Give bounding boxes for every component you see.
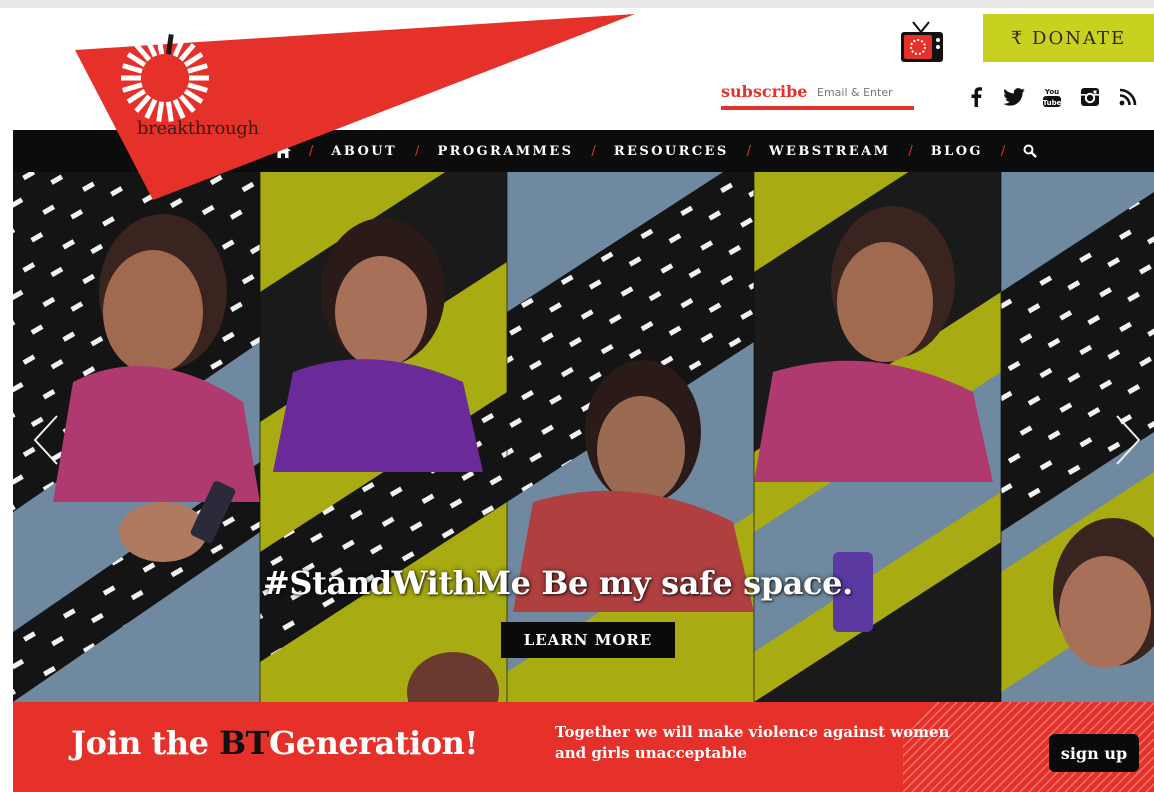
hero-slider: #StandWithMe Be my safe space. LEARN MOR… [13, 172, 1154, 702]
logo-sunburst-icon[interactable] [119, 32, 211, 124]
rss-icon[interactable] [1115, 86, 1141, 108]
sign-up-button[interactable]: sign up [1049, 734, 1139, 772]
svg-text:Tube: Tube [1043, 99, 1062, 107]
learn-more-button[interactable]: LEARN MORE [501, 622, 675, 658]
subscribe-email-input[interactable] [817, 86, 917, 99]
social-links: You Tube [963, 86, 1141, 108]
nav-item-blog[interactable]: BLOG [931, 144, 983, 159]
tv-icon[interactable] [899, 20, 945, 64]
svg-text:You: You [1044, 88, 1059, 96]
donate-label: ₹ DONATE [1010, 27, 1127, 49]
join-suffix: Generation! [268, 724, 479, 762]
youtube-icon[interactable]: You Tube [1039, 86, 1065, 108]
twitter-icon[interactable] [1001, 86, 1027, 108]
join-heading: Join the BTGeneration! [71, 724, 478, 762]
nav-separator: / [1000, 143, 1006, 159]
join-prefix: Join the [71, 724, 220, 762]
slider-next-icon[interactable] [1113, 412, 1143, 468]
nav-separator: / [908, 143, 913, 159]
search-icon[interactable] [1023, 144, 1038, 158]
nav-item-webstream[interactable]: WEBSTREAM [769, 144, 890, 159]
facebook-icon[interactable] [963, 86, 989, 108]
band-tagline: Together we will make violence against w… [555, 723, 950, 762]
join-bt: BT [219, 724, 269, 762]
subscribe-form: subscribe [721, 82, 921, 110]
instagram-icon[interactable] [1077, 86, 1103, 108]
top-border [0, 0, 1154, 8]
subscribe-underline [721, 106, 914, 110]
logo-text[interactable]: breakthrough [137, 118, 259, 139]
nav-separator: / [746, 143, 752, 159]
donate-button[interactable]: ₹ DONATE [983, 14, 1154, 62]
bt-generation-banner: Join the BTGeneration! Together we will … [13, 702, 1154, 792]
slider-prev-icon[interactable] [31, 412, 61, 468]
hero-headline: #StandWithMe Be my safe space. [263, 564, 853, 602]
page: breakthrough ₹ DONATE subscribe Email & … [13, 8, 1154, 792]
subscribe-label: subscribe [721, 82, 808, 101]
